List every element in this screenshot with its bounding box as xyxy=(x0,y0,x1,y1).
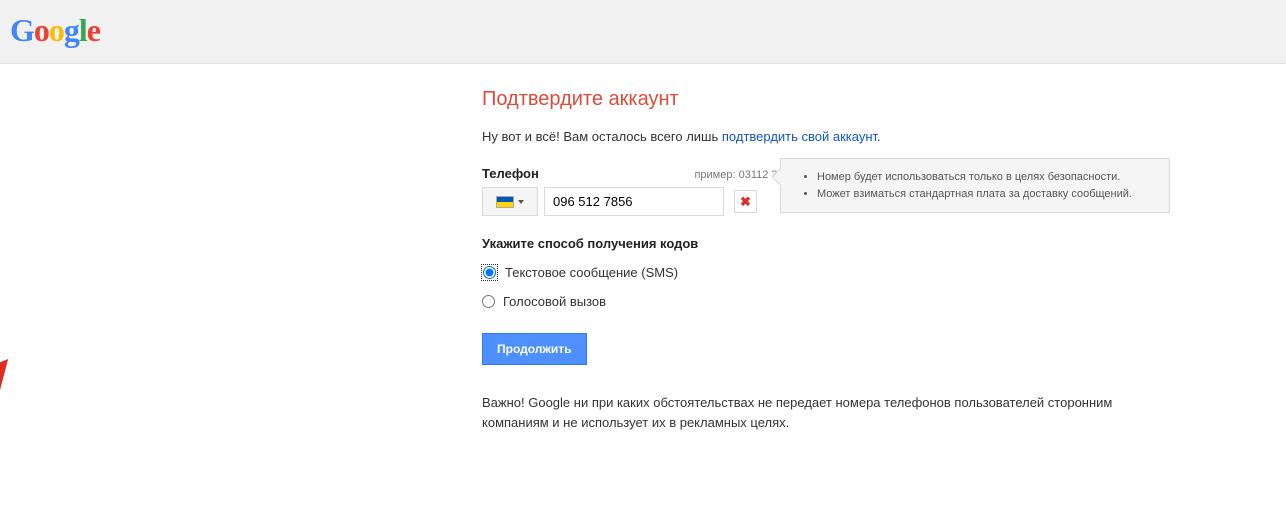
header: Google xyxy=(0,0,1286,64)
annotation-arrow-icon xyxy=(0,334,50,514)
continue-button[interactable]: Продолжить xyxy=(482,333,587,365)
radio-sms-label: Текстовое сообщение (SMS) xyxy=(505,265,678,280)
annotation-arrow-icon xyxy=(0,104,30,334)
intro-prefix: Ну вот и всё! Вам осталось всего лишь xyxy=(482,129,722,144)
radio-voice[interactable] xyxy=(482,295,495,308)
confirm-account-link[interactable]: подтвердить свой аккаунт xyxy=(722,129,877,144)
main-content: Подтвердите аккаунт Ну вот и всё! Вам ос… xyxy=(0,64,1286,432)
error-x-icon: ✖ xyxy=(740,194,751,210)
phone-input[interactable] xyxy=(544,187,724,216)
phone-label-row: Телефон пример: 03112 34567 xyxy=(482,166,802,181)
code-method-label: Укажите способ получения кодов xyxy=(482,236,1286,251)
intro-suffix: . xyxy=(877,129,881,144)
phone-error-indicator[interactable]: ✖ xyxy=(734,190,757,213)
intro-text: Ну вот и всё! Вам осталось всего лишь по… xyxy=(482,129,1286,144)
radio-option-voice[interactable]: Голосовой вызов xyxy=(482,294,1286,309)
flag-icon xyxy=(496,196,514,208)
disclaimer-text: Важно! Google ни при каких обстоятельств… xyxy=(482,393,1122,432)
radio-option-sms[interactable]: Текстовое сообщение (SMS) xyxy=(482,265,1286,280)
country-dropdown[interactable] xyxy=(482,187,538,216)
phone-info-callout: Номер будет использоваться только в целя… xyxy=(780,158,1170,213)
chevron-down-icon xyxy=(518,200,524,204)
info-bullet: Номер будет использоваться только в целя… xyxy=(817,169,1155,186)
google-logo: Google xyxy=(10,12,100,49)
radio-sms[interactable] xyxy=(483,266,496,279)
info-bullet: Может взиматься стандартная плата за дос… xyxy=(817,186,1155,203)
page-title: Подтвердите аккаунт xyxy=(482,88,1286,111)
radio-voice-label: Голосовой вызов xyxy=(503,294,606,309)
radio-focus-ring xyxy=(482,265,497,280)
phone-label: Телефон xyxy=(482,166,539,181)
